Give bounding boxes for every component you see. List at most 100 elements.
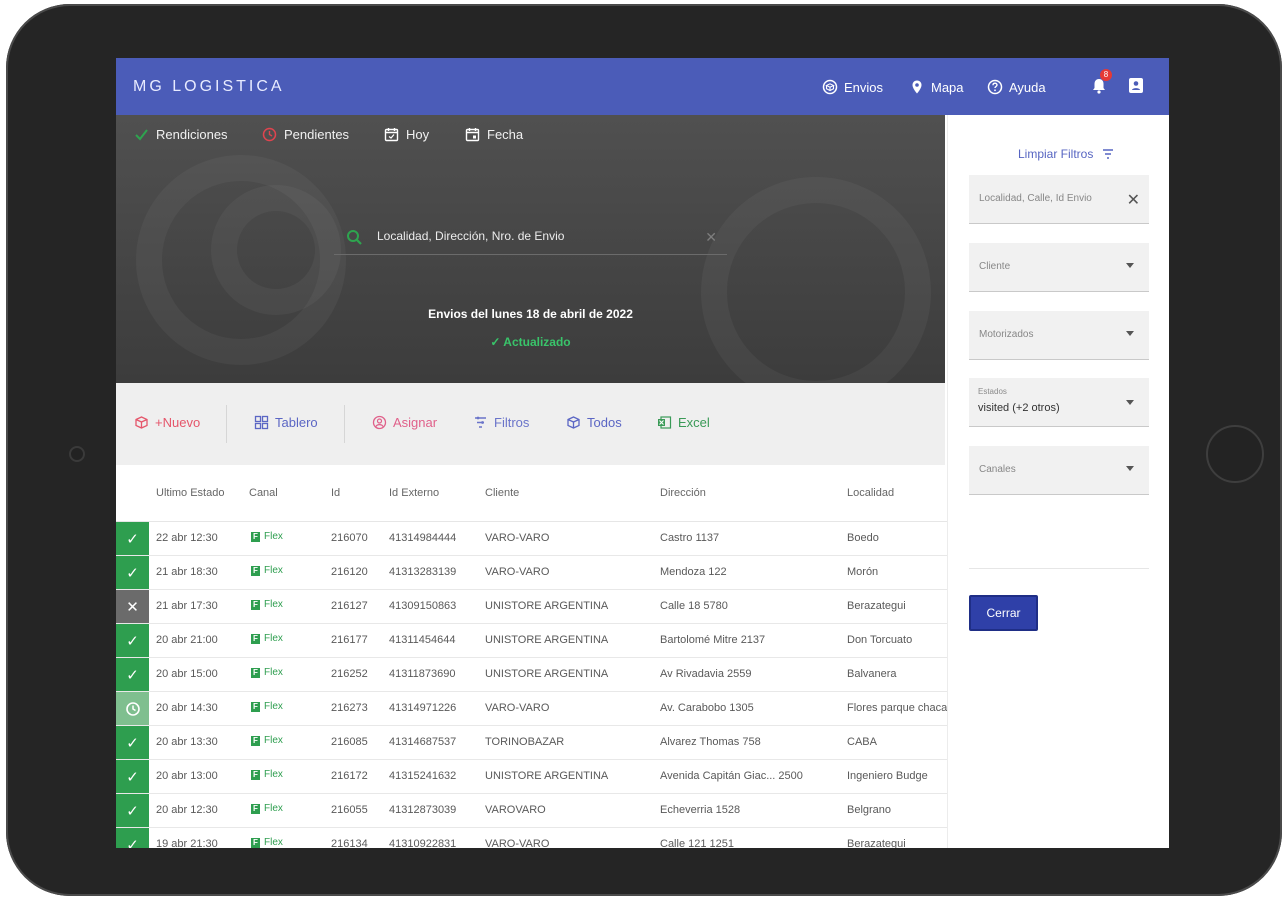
status-check-icon: ✓ [116, 556, 149, 589]
canal-label: Flex [264, 531, 283, 542]
all-label: Todos [587, 415, 622, 430]
nav-envios[interactable]: Envios [822, 79, 883, 95]
cell-localidad: Berazategui [847, 600, 906, 612]
cell-canal: F Flex [251, 565, 283, 576]
canal-label: Flex [264, 633, 283, 644]
background-clock-decoration [701, 177, 931, 383]
canales-select[interactable]: Canales [969, 446, 1149, 495]
column-header-id-externo[interactable]: Id Externo [389, 487, 439, 499]
tab-hoy[interactable]: Hoy [384, 127, 429, 142]
tab-fecha[interactable]: Fecha [465, 127, 523, 142]
cell-direccion: Castro 1137 [660, 532, 720, 544]
column-header-direccion[interactable]: Dirección [660, 487, 706, 499]
flex-channel-icon: F [251, 769, 260, 780]
motorizados-select[interactable]: Motorizados [969, 311, 1149, 360]
app-screen: MG LOGISTICA Envios Mapa Ayuda 8 Rendici… [116, 58, 1169, 848]
nav-ayuda[interactable]: Ayuda [987, 79, 1046, 95]
cell-direccion: Calle 121 1251 [660, 838, 735, 848]
cell-localidad: Don Torcuato [847, 634, 913, 646]
cell-id-externo: 41310922831 [389, 838, 457, 848]
clear-filters-button[interactable]: Limpiar Filtros [1018, 147, 1114, 161]
estados-select-value: visited (+2 otros) [978, 402, 1060, 414]
cell-id-externo: 41314687537 [389, 736, 457, 748]
cell-direccion: Avenida Capitán Giac... 2500 [660, 770, 803, 782]
flex-channel-icon: F [251, 701, 260, 712]
cliente-select[interactable]: Cliente [969, 243, 1149, 292]
cell-cliente: UNISTORE ARGENTINA [485, 600, 609, 612]
table-row[interactable]: ✓ 22 abr 12:30 216070 41314984444 VARO-VARO C… [116, 522, 947, 556]
search-bar[interactable]: Localidad, Dirección, Nro. de Envio ✕ [334, 219, 727, 255]
column-header-id[interactable]: Id [331, 487, 340, 499]
column-header-localidad[interactable]: Localidad [847, 487, 894, 499]
flex-channel-icon: F [251, 667, 260, 678]
new-shipment-button[interactable]: +Nuevo [134, 415, 200, 430]
brand-logo[interactable]: MG LOGISTICA [133, 78, 285, 96]
table-row[interactable]: ✓ 20 abr 13:00 216172 41315241632 UNISTORE A… [116, 760, 947, 794]
home-button[interactable] [1206, 425, 1264, 483]
panel-divider [969, 568, 1149, 569]
cell-canal: F Flex [251, 735, 283, 746]
table-row[interactable]: 20 abr 14:30 216273 41314971226 VARO-VARO Av… [116, 692, 947, 726]
cell-canal: F Flex [251, 633, 283, 644]
canales-select-label: Canales [979, 464, 1016, 475]
toolbar-divider [344, 405, 345, 443]
board-button[interactable]: Tablero [254, 415, 318, 430]
table-row[interactable]: ✓ 19 abr 21:30 216134 41310922831 VARO-VARO C… [116, 828, 947, 848]
tab-rendiciones[interactable]: Rendiciones [134, 127, 228, 142]
hero-panel: Rendiciones Pendientes Hoy Fecha Localid… [116, 115, 945, 383]
table-row[interactable]: ✓ 20 abr 21:00 216177 41311454644 UNISTORE A… [116, 624, 947, 658]
column-header-cliente[interactable]: Cliente [485, 487, 519, 499]
column-header-ultimo-estado[interactable]: Ultimo Estado [156, 487, 224, 499]
table-row[interactable]: ✓ 20 abr 15:00 216252 41311873690 UNISTORE A… [116, 658, 947, 692]
dropdown-arrow-icon [1126, 400, 1134, 405]
location-search-field[interactable]: Localidad, Calle, Id Envio ✕ [969, 175, 1149, 224]
nav-mapa[interactable]: Mapa [909, 79, 964, 95]
excel-button[interactable]: Excel [657, 415, 710, 430]
clear-search-icon[interactable]: ✕ [705, 229, 717, 246]
cell-id-externo: 41311873690 [389, 668, 456, 680]
cell-id: 216085 [331, 736, 368, 748]
filters-label: Filtros [494, 415, 530, 430]
box-icon [822, 79, 838, 95]
estados-select[interactable]: Estados visited (+2 otros) [969, 378, 1149, 427]
flex-channel-icon: F [251, 803, 260, 814]
cell-canal: F Flex [251, 769, 283, 780]
canal-label: Flex [264, 701, 283, 712]
help-icon [987, 79, 1003, 95]
cell-cliente: TORINOBAZAR [485, 736, 565, 748]
tab-pendientes[interactable]: Pendientes [262, 127, 349, 142]
close-button[interactable]: Cerrar [969, 595, 1038, 631]
calendar-icon [465, 128, 480, 142]
filters-button[interactable]: Filtros [473, 415, 529, 430]
cell-ultimo-estado: 21 abr 18:30 [156, 566, 218, 578]
cell-id: 216120 [331, 566, 368, 578]
cell-cliente: UNISTORE ARGENTINA [485, 668, 609, 680]
all-button[interactable]: Todos [566, 415, 622, 430]
status-check-icon: ✓ [116, 658, 149, 691]
table-row[interactable]: ✕ 21 abr 17:30 216127 41309150863 UNISTORE A… [116, 590, 947, 624]
map-pin-icon [912, 80, 922, 94]
cell-id-externo: 41314971226 [389, 702, 457, 714]
clear-icon[interactable]: ✕ [1127, 190, 1140, 210]
tab-pendientes-label: Pendientes [284, 127, 350, 142]
table-row[interactable]: ✓ 20 abr 13:30 216085 41314687537 TORINOBAZA… [116, 726, 947, 760]
assign-button[interactable]: Asignar [372, 415, 437, 430]
table-row[interactable]: ✓ 20 abr 12:30 216055 41312873039 VAROVARO Ec… [116, 794, 947, 828]
box-icon [135, 416, 148, 429]
column-header-canal[interactable]: Canal [249, 487, 278, 499]
cell-ultimo-estado: 21 abr 17:30 [156, 600, 218, 612]
flex-channel-icon: F [251, 735, 260, 746]
status-cancel-icon: ✕ [116, 590, 149, 623]
table-row[interactable]: ✓ 21 abr 18:30 216120 41313283139 VARO-VARO M… [116, 556, 947, 590]
cell-ultimo-estado: 20 abr 14:30 [156, 702, 218, 714]
account-icon[interactable] [1128, 77, 1144, 94]
cell-cliente: VAROVARO [485, 804, 546, 816]
cell-localidad: Boedo [847, 532, 879, 544]
cell-id: 216070 [331, 532, 368, 544]
motorizados-select-label: Motorizados [979, 329, 1034, 340]
cell-id: 216177 [331, 634, 368, 646]
cell-direccion: Mendoza 122 [660, 566, 727, 578]
search-input[interactable]: Localidad, Dirección, Nro. de Envio [377, 229, 564, 243]
cell-canal: F Flex [251, 803, 283, 814]
assign-icon [372, 415, 387, 430]
